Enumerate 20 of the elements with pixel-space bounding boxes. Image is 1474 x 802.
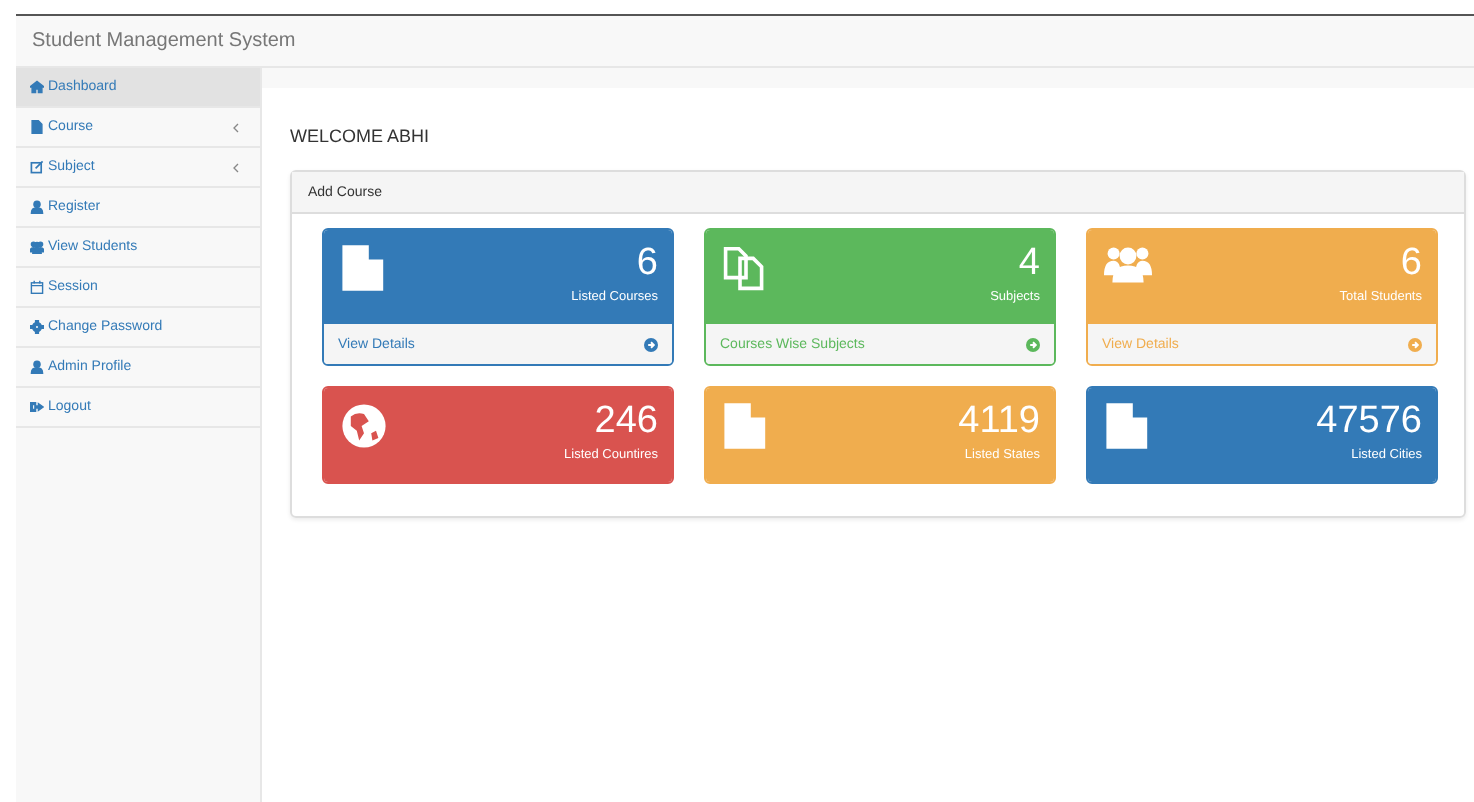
user-icon — [30, 360, 44, 374]
stat-value: 4119 — [958, 398, 1040, 446]
brand-title[interactable]: Student Management System — [32, 30, 296, 52]
calendar-icon — [30, 280, 44, 294]
user-icon — [30, 200, 44, 214]
arrow-circle-right-icon — [1408, 337, 1422, 351]
stat-value: 47576 — [1316, 398, 1422, 446]
home-icon — [30, 80, 44, 94]
edit-icon — [30, 160, 44, 174]
stat-value: 6 — [634, 240, 658, 288]
stat-value: 246 — [592, 398, 658, 446]
arrow-circle-right-icon — [644, 337, 658, 351]
page-title: WELCOME ABHI — [290, 126, 432, 146]
file-icon — [30, 120, 44, 134]
stat-value: 6 — [1398, 240, 1422, 288]
chevron-left-icon — [232, 121, 240, 133]
stat-value: 4 — [1016, 240, 1040, 288]
chevron-left-icon — [232, 161, 240, 173]
arrow-circle-right-icon — [1026, 337, 1040, 351]
signout-icon — [30, 400, 44, 414]
